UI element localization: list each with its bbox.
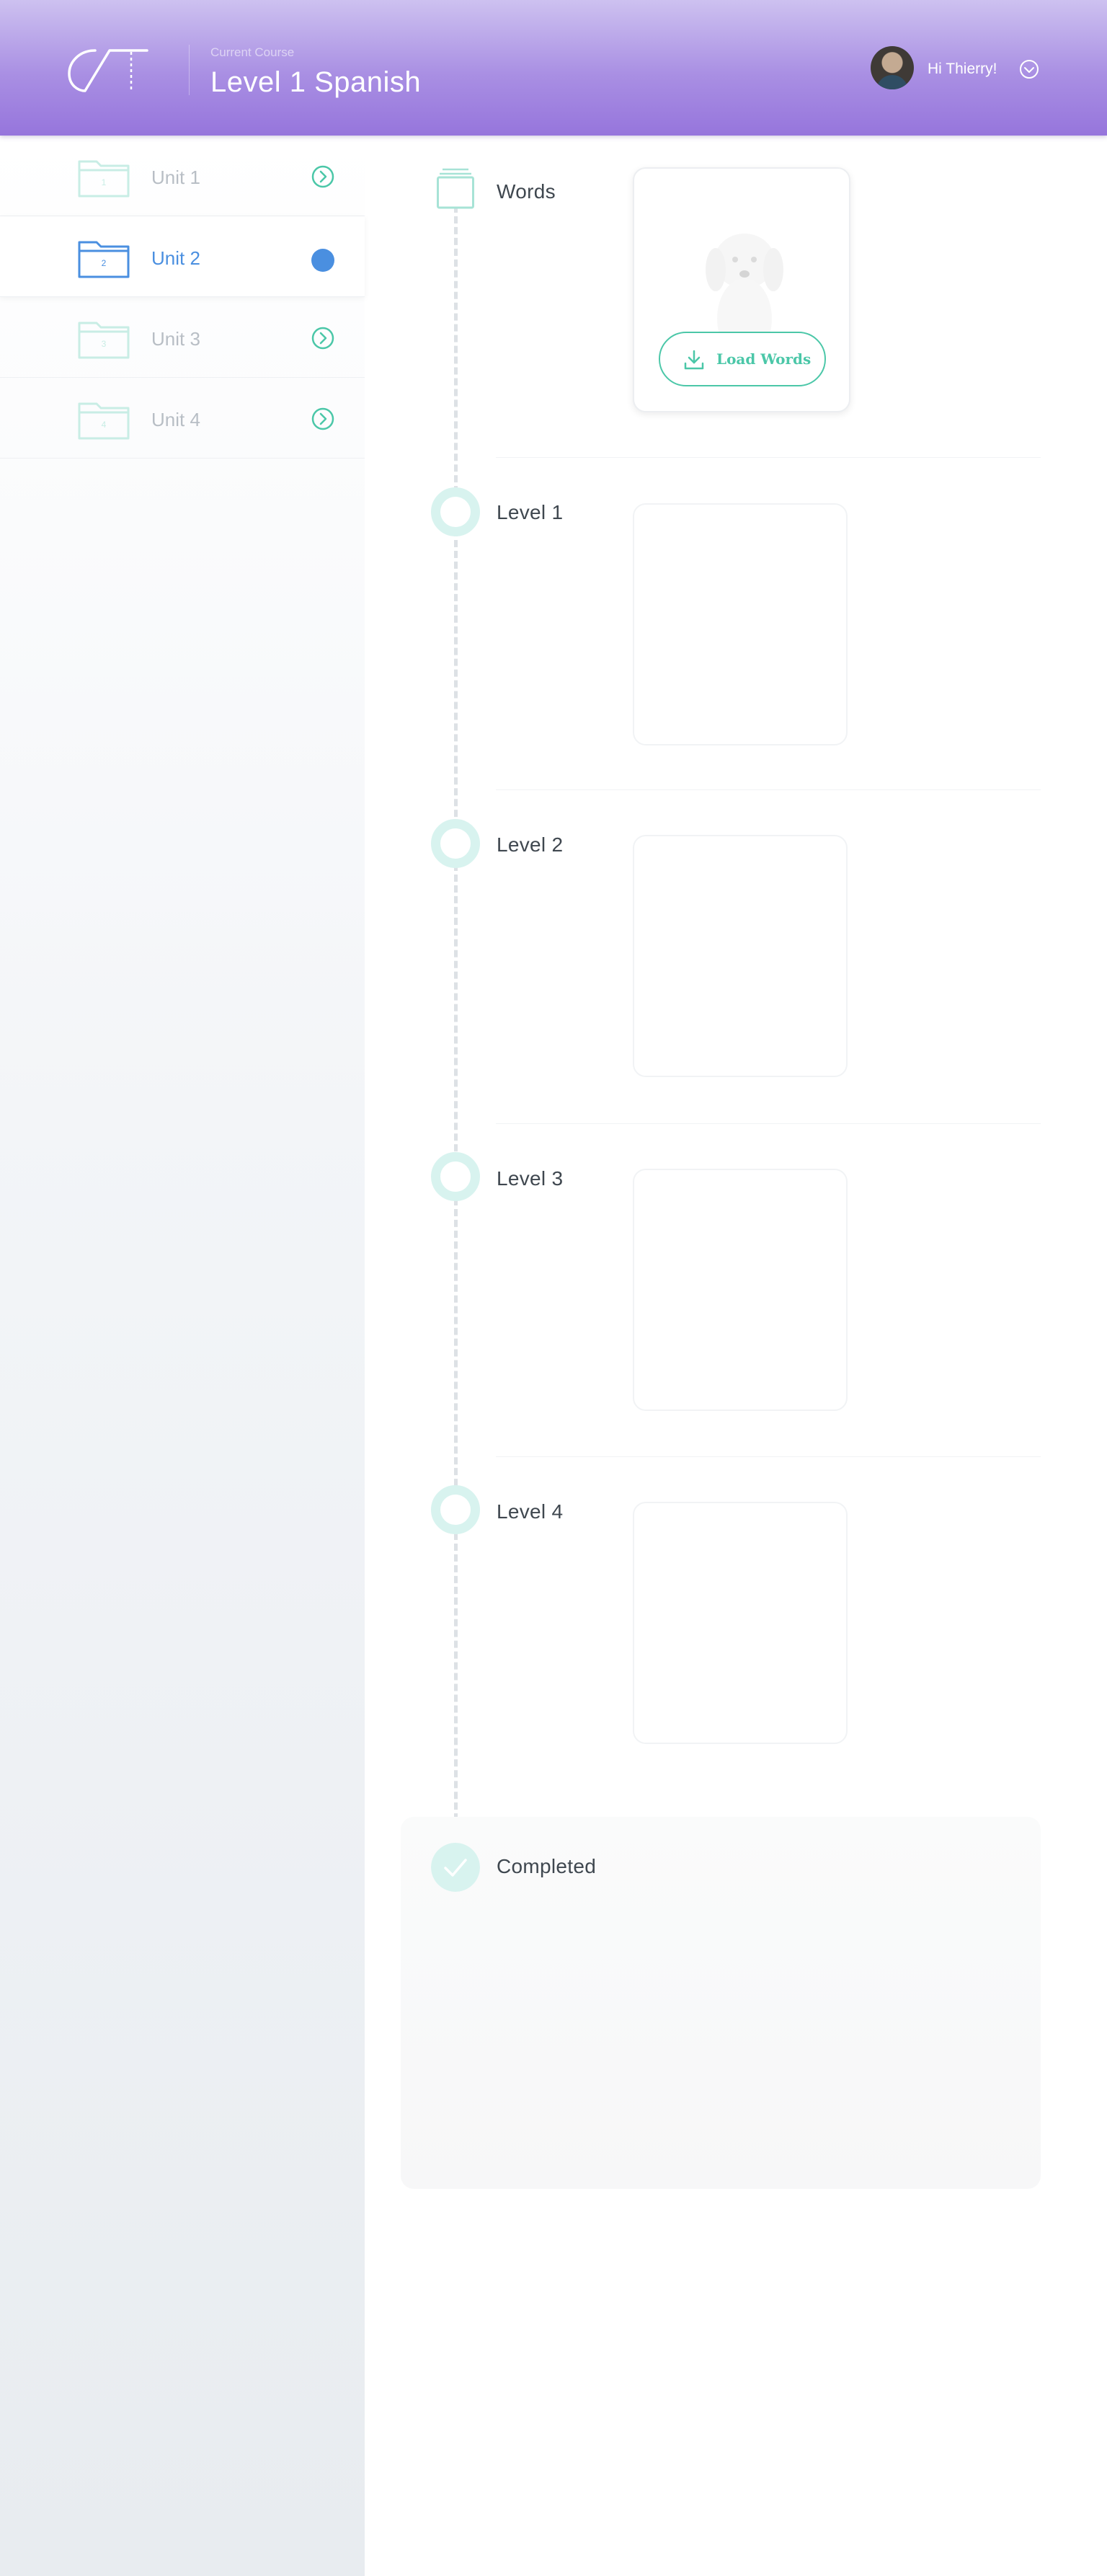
user-greeting[interactable]: Hi Thierry! — [928, 61, 997, 78]
sidebar-item-label: Unit 4 — [151, 409, 200, 430]
level-node-icon — [431, 819, 480, 868]
course-caption: Current Course — [210, 45, 295, 59]
section-divider — [496, 1123, 1041, 1124]
chevron-right-icon[interactable] — [311, 165, 334, 188]
sidebar-item-unit-2[interactable]: 2 Unit 2 — [0, 216, 365, 297]
section-divider — [496, 1456, 1041, 1457]
folder-icon — [78, 241, 130, 278]
load-words-button[interactable]: Load Words — [659, 332, 826, 386]
sidebar-item-label: Unit 2 — [151, 247, 200, 269]
user-avatar[interactable] — [871, 46, 914, 89]
level-1-card — [633, 503, 848, 745]
folder-icon — [78, 160, 130, 198]
sidebar-item-unit-4[interactable]: 4 Unit 4 — [0, 378, 365, 459]
stack-icon — [437, 168, 474, 209]
sidebar-item-label: Unit 1 — [151, 167, 200, 188]
course-title: Level 1 Spanish — [210, 66, 422, 98]
stage-label-level-3: Level 3 — [497, 1167, 564, 1190]
folder-icon — [78, 402, 130, 440]
words-card: Load Words — [633, 167, 850, 412]
active-unit-indicator — [311, 249, 334, 272]
header-divider — [189, 45, 190, 95]
level-2-card — [633, 835, 848, 1077]
chevron-right-icon[interactable] — [311, 327, 334, 350]
stage-label-level-4: Level 4 — [497, 1500, 564, 1523]
stage-label-completed: Completed — [497, 1855, 597, 1877]
load-words-label: Load Words — [716, 350, 812, 368]
level-node-icon — [431, 1152, 480, 1201]
download-icon — [684, 350, 704, 370]
app-header: Current Course Level 1 Spanish Hi Thierr… — [0, 0, 1107, 136]
checkmark-icon — [431, 1843, 480, 1892]
stage-label-level-2: Level 2 — [497, 833, 564, 856]
stage-label-words: Words — [497, 180, 556, 203]
course-logo[interactable] — [66, 45, 153, 95]
sidebar-item-unit-3[interactable]: 3 Unit 3 — [0, 297, 365, 378]
stage-label-level-1: Level 1 — [497, 501, 564, 523]
unit-sidebar: 1 Unit 1 2 Unit 2 3 Unit 3 4 Unit 4 — [0, 136, 365, 2576]
level-3-card — [633, 1169, 848, 1411]
level-4-card — [633, 1502, 848, 1744]
section-divider — [496, 457, 1041, 458]
chevron-down-icon[interactable] — [1019, 59, 1039, 79]
section-divider — [496, 789, 1041, 790]
chevron-right-icon[interactable] — [311, 407, 334, 430]
timeline-track — [454, 205, 458, 1864]
sidebar-item-unit-1[interactable]: 1 Unit 1 — [0, 136, 365, 216]
level-node-icon — [431, 1485, 480, 1534]
level-node-icon — [431, 487, 480, 536]
sidebar-item-label: Unit 3 — [151, 328, 200, 350]
folder-icon — [78, 322, 130, 359]
